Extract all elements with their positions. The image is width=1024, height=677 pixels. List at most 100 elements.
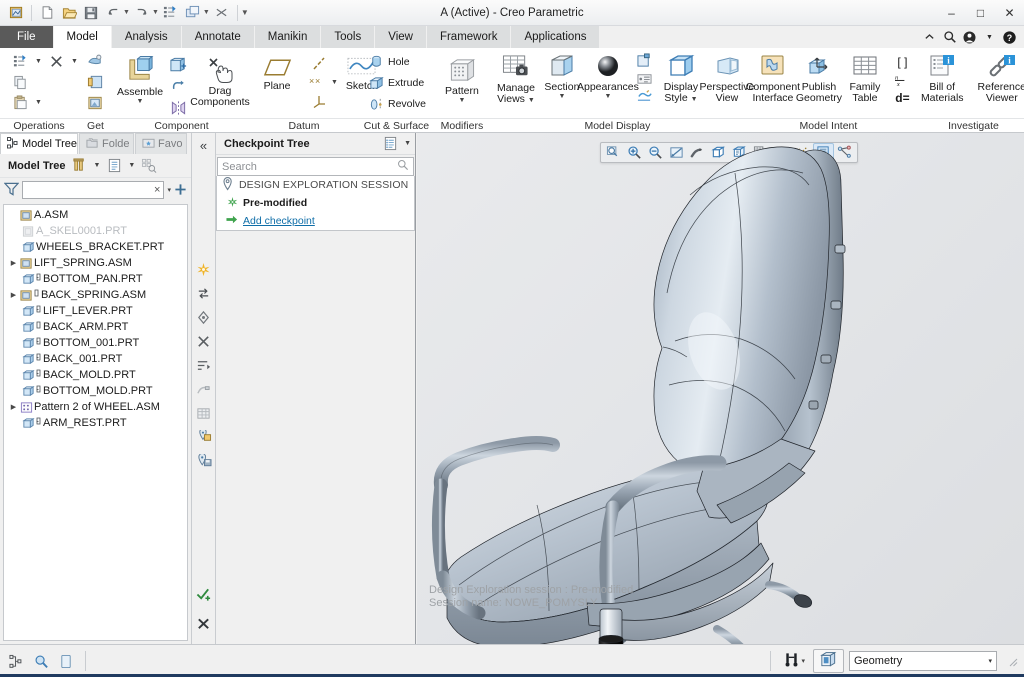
hole-button[interactable]: Hole [364, 52, 415, 72]
ribbon-group-label-operations[interactable]: Operations [0, 118, 78, 133]
nav-tab-favorites[interactable]: Favo [135, 133, 187, 154]
section-button[interactable]: Section ▼ [539, 51, 585, 103]
find-button[interactable]: ▾ [780, 649, 808, 673]
account-dropdown-icon[interactable]: ▼ [981, 28, 998, 46]
mirror-component-button[interactable] [164, 98, 193, 118]
tree-expander[interactable]: ▶ [8, 259, 19, 267]
checkpoint-row-session[interactable]: DESIGN EXPLORATION SESSION [217, 176, 414, 194]
save-checkpoint-icon[interactable] [193, 449, 215, 473]
copy-button[interactable] [8, 73, 33, 91]
assemble-dropdown-icon[interactable]: ▼ [137, 98, 144, 105]
new-checkpoint-icon[interactable] [193, 257, 215, 281]
ribbon-group-label-investigate[interactable]: Investigate [910, 118, 1024, 133]
resize-grip[interactable] [1006, 655, 1018, 667]
filter-clear-icon[interactable]: × [154, 184, 160, 196]
creo-logo-icon[interactable] [6, 3, 26, 23]
close-button[interactable]: ✕ [995, 0, 1024, 26]
revolve-button[interactable]: Revolve [364, 94, 431, 114]
customize-qat-icon[interactable]: ▼ [241, 8, 249, 17]
search-icon[interactable] [941, 28, 958, 46]
relations-button[interactable]: [ ] [892, 53, 912, 70]
display-style-button[interactable]: Display Style ▼ [658, 51, 704, 107]
add-checkpoint-icon[interactable] [193, 425, 215, 449]
axis-button[interactable] [306, 54, 332, 72]
shrinkwrap-button[interactable] [82, 93, 109, 112]
tree-node-pattern-2-of-wheel[interactable]: ▶ Pattern 2 of WHEEL.ASM [4, 399, 187, 415]
bill-of-materials-button[interactable]: i Bill of Materials [915, 51, 970, 107]
perspective-view-button[interactable]: Perspective View [700, 51, 754, 107]
regenerate-button[interactable] [8, 51, 33, 71]
settings-tools-icon[interactable] [69, 156, 89, 176]
tree-expander[interactable]: ▶ [8, 291, 19, 299]
regenerate-icon[interactable] [161, 3, 181, 23]
ribbon-group-label-model-display[interactable]: Model Display [488, 118, 746, 133]
cancel-icon[interactable] [193, 612, 215, 636]
copy-geometry-button[interactable] [82, 72, 109, 91]
tree-node-arm-rest[interactable]: ARM_REST.PRT [4, 415, 187, 431]
manage-views-button[interactable]: Manage Views ▼ [493, 51, 539, 108]
publish-geometry-button[interactable]: Publish Geometry [796, 51, 842, 107]
reference-viewer-button[interactable]: i Reference Viewer [972, 51, 1024, 107]
tree-node-bottom-001[interactable]: BOTTOM_001.PRT [4, 335, 187, 351]
section-dropdown-icon[interactable]: ▼ [558, 93, 565, 100]
nav-tab-folders[interactable]: Folde [79, 133, 134, 154]
sort-icon[interactable] [193, 353, 215, 377]
checkpoint-dropdown-icon[interactable]: ▼ [404, 140, 411, 147]
import-button[interactable] [82, 51, 109, 70]
search-status-icon[interactable] [31, 650, 51, 672]
account-icon[interactable] [961, 28, 978, 46]
paste-dropdown-icon[interactable]: ▼ [35, 99, 42, 106]
extrude-button[interactable]: Extrude [364, 73, 429, 93]
undo-icon[interactable] [103, 3, 123, 23]
ribbon-group-label-datum[interactable]: Datum [250, 118, 358, 133]
close-window-icon[interactable] [212, 3, 232, 23]
tab-view[interactable]: View [375, 26, 427, 48]
chevron-down-icon[interactable]: ▾ [988, 657, 992, 665]
pattern-button[interactable]: Pattern ▼ [439, 54, 485, 107]
regenerate-dropdown-icon[interactable]: ▼ [35, 58, 42, 65]
tab-model[interactable]: Model [53, 26, 112, 48]
collapse-ribbon-icon[interactable] [921, 28, 938, 46]
model-color-button[interactable] [631, 52, 658, 69]
checkpoint-list[interactable]: DESIGN EXPLORATION SESSION Pre-modified … [216, 176, 415, 231]
component-interface-button[interactable]: Component Interface [746, 51, 800, 107]
search-icon[interactable] [397, 159, 409, 174]
remove-icon[interactable] [193, 329, 215, 353]
tree-node-a-asm[interactable]: A.ASM [4, 207, 187, 223]
ribbon-group-label-component[interactable]: Component [113, 118, 250, 133]
tree-node-lift-lever[interactable]: LIFT_LEVER.PRT [4, 303, 187, 319]
accept-icon[interactable] [193, 582, 215, 606]
measure-icon[interactable] [193, 377, 215, 401]
undo-dropdown-icon[interactable]: ▼ [123, 9, 130, 16]
tab-analysis[interactable]: Analysis [111, 26, 182, 48]
display-list-icon[interactable] [104, 156, 124, 176]
tab-applications[interactable]: Applications [511, 26, 601, 48]
create-component-button[interactable] [164, 55, 193, 76]
tree-node-wheels-bracket[interactable]: WHEELS_BRACKET.PRT [4, 239, 187, 255]
tree-node-back-arm[interactable]: BACK_ARM.PRT [4, 319, 187, 335]
model-tree-search-input[interactable]: × [22, 181, 165, 199]
filter-icon[interactable] [3, 182, 20, 199]
tree-node-back-spring[interactable]: ▶ BACK_SPRING.ASM [4, 287, 187, 303]
tab-annotate[interactable]: Annotate [181, 26, 255, 48]
ribbon-group-label-cut-surface[interactable]: Cut & Surface [358, 118, 435, 133]
window-icon[interactable] [183, 3, 203, 23]
ribbon-group-label-model-intent[interactable]: Model Intent [745, 118, 911, 133]
swap-icon[interactable] [193, 281, 215, 305]
find-dropdown-icon[interactable]: ▾ [801, 658, 805, 665]
coordinate-system-button[interactable] [306, 92, 332, 110]
maximize-button[interactable]: □ [966, 0, 995, 26]
tree-node-bottom-pan[interactable]: BOTTOM_PAN.PRT [4, 271, 187, 287]
tree-node-a-skel0001[interactable]: A_SKEL0001.PRT [4, 223, 187, 239]
ribbon-group-label-modifiers[interactable]: Modifiers [434, 118, 489, 133]
point-button[interactable]: × × [301, 73, 329, 91]
display-dropdown-icon[interactable]: ▼ [128, 162, 135, 169]
plane-button[interactable]: Plane [254, 51, 300, 95]
window-dropdown-icon[interactable]: ▼ [203, 9, 210, 16]
repeat-button[interactable] [164, 77, 193, 97]
delete-button[interactable] [44, 51, 69, 71]
minimize-button[interactable]: – [937, 0, 966, 26]
new-icon[interactable] [37, 3, 57, 23]
tree-node-bottom-mold[interactable]: BOTTOM_MOLD.PRT [4, 383, 187, 399]
appearances-dropdown-icon[interactable]: ▼ [604, 93, 611, 100]
